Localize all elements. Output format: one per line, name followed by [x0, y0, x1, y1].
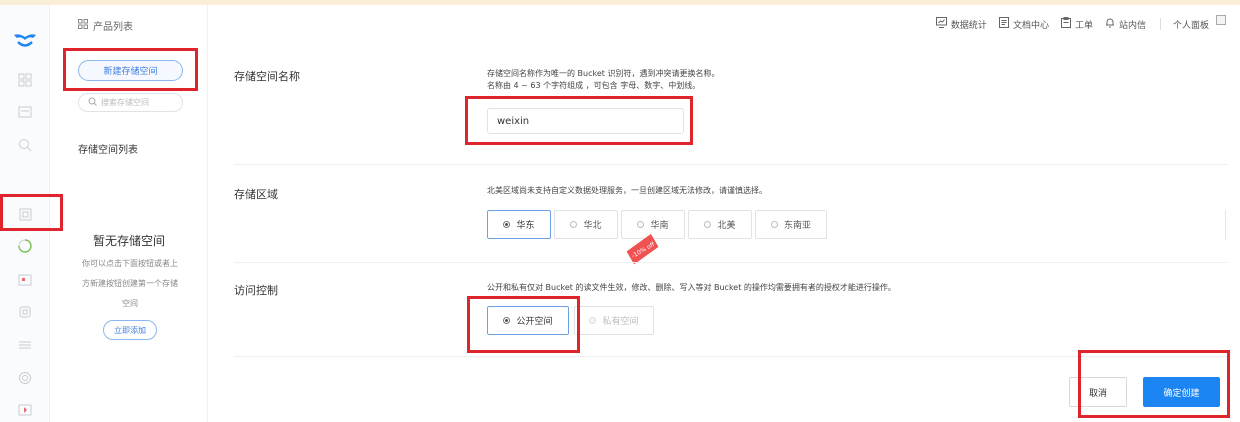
access-option-label: 公开空间 [516, 317, 553, 327]
access-option-public[interactable]: 公开空间 [487, 306, 569, 335]
code-icon[interactable] [17, 337, 33, 353]
access-option-label: 私有空间 [602, 317, 639, 327]
confirm-create-button[interactable]: 确定创建 [1143, 377, 1220, 407]
chip-icon[interactable] [17, 304, 33, 320]
brand-logo[interactable] [13, 32, 37, 54]
avatar[interactable] [1216, 15, 1226, 25]
add-now-button[interactable]: 立即添加 [103, 320, 157, 340]
media-icon[interactable] [17, 272, 33, 288]
region-right-edge [1225, 210, 1226, 240]
nav-messages-label: 站内信 [1118, 20, 1146, 31]
bucket-list-title: 存储空间列表 [78, 145, 138, 156]
play-icon[interactable] [17, 402, 33, 418]
breadcrumb[interactable]: 产品列表 [78, 18, 133, 33]
region-option-label: 北美 [717, 221, 736, 231]
region-option-east[interactable]: 华东 [487, 210, 551, 239]
grid-icon[interactable] [17, 72, 33, 88]
id-card-icon[interactable] [17, 104, 33, 120]
divider [234, 164, 1228, 165]
radio-icon [637, 221, 645, 228]
nav-messages[interactable]: 站内信 [1105, 17, 1146, 31]
radio-selected-icon [503, 221, 511, 228]
bell-icon [1105, 17, 1115, 31]
user-panel[interactable]: 个人面板 [1172, 15, 1226, 31]
divider [234, 356, 1228, 357]
region-option-south[interactable]: 华南 [621, 210, 685, 239]
region-option-north-america[interactable]: 北美 [688, 210, 752, 239]
nav-docs-label: 文档中心 [1012, 20, 1049, 31]
chart-icon [935, 17, 947, 31]
name-desc-line-2: 名称由 4 ~ 63 个字符组成 ，可包含 字母、数字、中划线。 [487, 81, 701, 90]
region-option-southeast-asia[interactable]: 东南亚 [755, 210, 827, 239]
radio-icon [589, 317, 597, 324]
name-desc-line-1: 存储空间名称作为唯一的 Bucket 识别符，遇到冲突请更换名称。 [487, 69, 720, 78]
nav-statistics[interactable]: 数据统计 [935, 17, 987, 31]
access-description: 公开和私有仅对 Bucket 的读文件生效，修改、删除、写入等对 Bucket … [487, 283, 896, 292]
empty-state-title: 暂无存储空间 [92, 234, 165, 248]
search-icon [88, 97, 97, 108]
search-placeholder: 搜索存储空间 [101, 98, 149, 107]
region-description: 北美区域尚未支持自定义数据处理服务，一旦创建区域无法修改，请谨慎选择。 [487, 186, 767, 195]
clipboard-icon [1060, 17, 1071, 31]
region-option-north[interactable]: 华北 [554, 210, 618, 239]
nav-docs[interactable]: 文档中心 [998, 17, 1049, 31]
radio-selected-icon [503, 317, 511, 324]
grid-icon [78, 19, 88, 32]
cancel-button[interactable]: 取消 [1069, 377, 1127, 407]
radio-icon [770, 221, 778, 228]
region-label: 存储区域 [234, 188, 278, 201]
new-bucket-button[interactable]: 新建存储空间 [78, 60, 183, 81]
storage-icon[interactable] [17, 206, 33, 222]
nav-tickets-label: 工单 [1074, 20, 1093, 31]
bucket-name-input[interactable]: weixin [487, 108, 684, 134]
nav-divider [1159, 18, 1161, 30]
access-label: 访问控制 [234, 284, 278, 297]
radio-icon [570, 221, 578, 228]
region-option-label: 华南 [650, 221, 669, 231]
search-icon[interactable] [17, 137, 33, 153]
empty-state-description: 你可以点击下面按钮或者上方新建按钮创建第一个存储空间 [82, 259, 178, 308]
divider [234, 262, 1228, 263]
nav-statistics-label: 数据统计 [950, 20, 987, 31]
bucket-search-input[interactable]: 搜索存储空间 [78, 93, 183, 112]
access-option-private[interactable]: 私有空间 [574, 306, 654, 335]
name-label: 存储空间名称 [234, 70, 300, 83]
region-option-label: 华东 [516, 221, 535, 231]
region-option-label: 东南亚 [783, 221, 811, 231]
region-option-label: 华北 [583, 221, 602, 231]
gauge-icon[interactable] [17, 238, 33, 254]
document-icon [998, 17, 1009, 31]
breadcrumb-label: 产品列表 [93, 22, 133, 33]
settings-icon[interactable] [17, 370, 33, 386]
radio-icon [704, 221, 712, 228]
top-nav: 数据统计 文档中心 工单 站内信 个人面板 [924, 15, 1226, 33]
nav-tickets[interactable]: 工单 [1060, 17, 1093, 31]
name-description: 存储空间名称作为唯一的 Bucket 识别符，遇到冲突请更换名称。 名称由 4 … [487, 68, 719, 92]
user-panel-label: 个人面板 [1172, 20, 1209, 31]
